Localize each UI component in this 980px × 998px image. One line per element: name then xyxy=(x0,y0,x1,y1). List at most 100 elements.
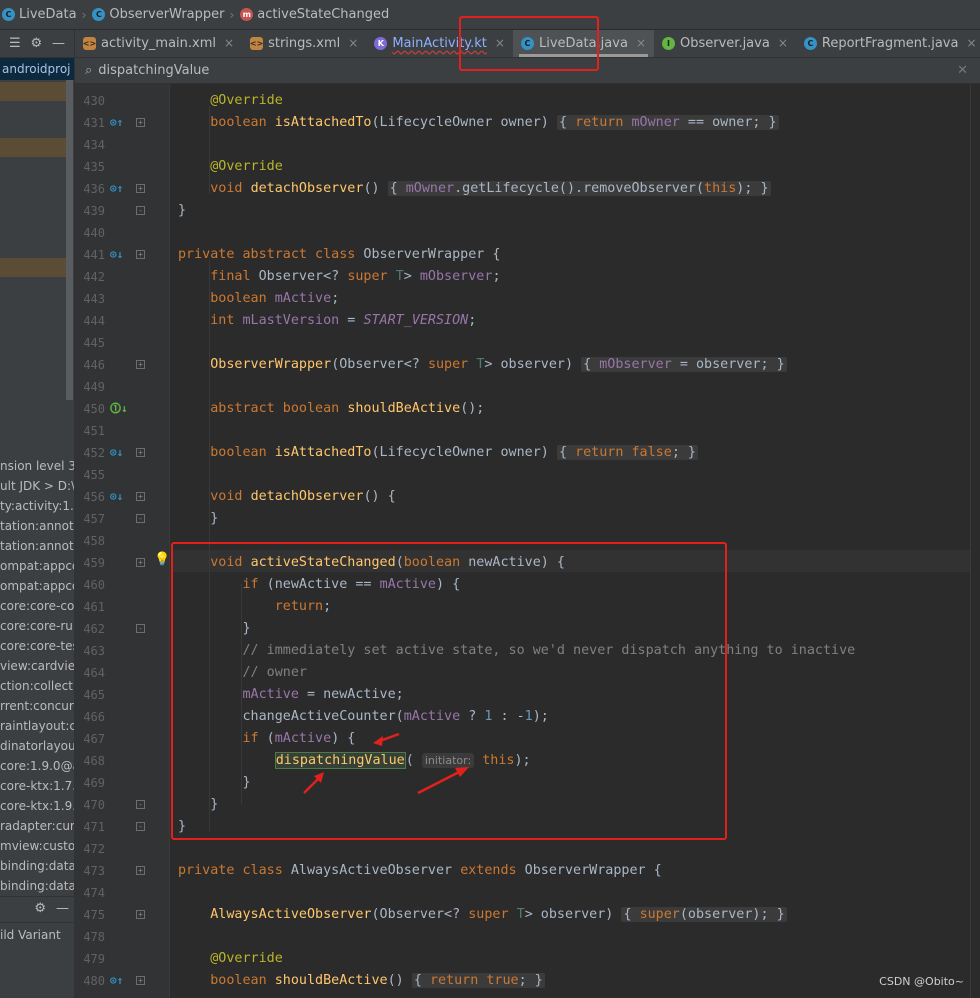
code-line[interactable]: } xyxy=(75,794,980,816)
code-line[interactable] xyxy=(75,838,980,860)
close-tab-icon[interactable]: × xyxy=(495,36,505,50)
code-line[interactable]: return; xyxy=(75,596,980,618)
close-icon[interactable]: ✕ xyxy=(957,63,968,78)
scrollbar[interactable] xyxy=(66,80,73,400)
tree-item[interactable]: radapter:cur xyxy=(0,816,74,836)
code-text: } xyxy=(178,797,219,812)
code-text: // owner xyxy=(242,665,308,680)
code-line[interactable]: ObserverWrapper(Observer<? super T> obse… xyxy=(75,354,980,376)
close-tab-icon[interactable]: × xyxy=(636,36,646,50)
class-icon: C xyxy=(520,36,534,50)
code-line[interactable]: void detachObserver() { xyxy=(75,486,980,508)
tree-item[interactable]: raintlayout:co xyxy=(0,716,74,736)
tree-item[interactable]: ompat:appco xyxy=(0,556,74,576)
gear-icon[interactable]: ⚙ xyxy=(34,901,46,916)
tree-item[interactable]: mview:custor xyxy=(0,836,74,856)
tree-item[interactable]: core:core-co xyxy=(0,596,74,616)
tab-livedata-java[interactable]: C LiveData.java × xyxy=(512,30,654,57)
breadcrumb-item-activestatechanged[interactable]: m activeStateChanged xyxy=(240,7,389,22)
tree-item[interactable]: ompat:appco xyxy=(0,576,74,596)
lightbulb-icon[interactable]: 💡 xyxy=(154,552,170,567)
code-line[interactable] xyxy=(75,464,980,486)
code-line[interactable]: private abstract class ObserverWrapper { xyxy=(75,244,980,266)
code-text: boolean shouldBeActive() { return true; … xyxy=(210,973,545,988)
code-line[interactable] xyxy=(75,530,980,552)
code-line[interactable]: } xyxy=(75,200,980,222)
code-line[interactable]: @Override xyxy=(75,948,980,970)
code-line[interactable]: if (newActive == mActive) { xyxy=(75,574,980,596)
code-line[interactable]: } xyxy=(75,772,980,794)
code-line[interactable] xyxy=(75,222,980,244)
code-line[interactable] xyxy=(75,420,980,442)
code-line[interactable]: } xyxy=(75,816,980,838)
collapse-all-icon[interactable]: ☰ xyxy=(9,36,21,51)
code-line[interactable]: boolean mActive; xyxy=(75,288,980,310)
tab-observer-java[interactable]: I Observer.java × xyxy=(654,30,796,57)
tree-item[interactable]: ult JDK > D:\ xyxy=(0,476,74,496)
code-line[interactable] xyxy=(75,134,980,156)
code-line[interactable]: // immediately set active state, so we'd… xyxy=(75,640,980,662)
code-line[interactable]: final Observer<? super T> mObserver; xyxy=(75,266,980,288)
tab-reportfragment-java[interactable]: C ReportFragment.java × xyxy=(796,30,980,57)
code-line[interactable]: mActive = newActive; xyxy=(75,684,980,706)
code-line[interactable]: void detachObserver() { mOwner.getLifecy… xyxy=(75,178,980,200)
tree-item-highlight[interactable] xyxy=(0,82,70,101)
tree-item[interactable]: core:1.9.0@a xyxy=(0,756,74,776)
code-line[interactable] xyxy=(75,376,980,398)
search-input[interactable]: dispatchingValue xyxy=(98,63,209,78)
breadcrumb-label: activeStateChanged xyxy=(257,7,390,22)
code-line[interactable]: if (mActive) { xyxy=(75,728,980,750)
project-root-item[interactable]: androidproj xyxy=(0,58,74,80)
gear-icon[interactable]: ⚙ xyxy=(30,36,42,51)
tab-strings-xml[interactable]: <> strings.xml × xyxy=(242,30,366,57)
tree-item[interactable]: binding:datab xyxy=(0,856,74,876)
tab-mainactivity-kt[interactable]: K MainActivity.kt × xyxy=(366,30,513,57)
code-line[interactable]: } xyxy=(75,618,980,640)
close-tab-icon[interactable]: × xyxy=(778,36,788,50)
tree-item[interactable]: core:core-ru xyxy=(0,616,74,636)
tree-item[interactable]: ction:collectio xyxy=(0,676,74,696)
tree-item[interactable]: core:core-tes xyxy=(0,636,74,656)
tree-item[interactable]: core-ktx:1.9.0 xyxy=(0,796,74,816)
close-tab-icon[interactable]: × xyxy=(224,36,234,50)
close-tab-icon[interactable]: × xyxy=(966,36,976,50)
tree-item[interactable]: tation:annota xyxy=(0,516,74,536)
code-line[interactable]: @Override xyxy=(75,156,980,178)
tree-item[interactable]: nsion level 3 xyxy=(0,456,74,476)
tab-activity-main-xml[interactable]: <> activity_main.xml × xyxy=(75,30,242,57)
code-line[interactable] xyxy=(75,332,980,354)
code-line[interactable]: boolean isAttachedTo(LifecycleOwner owne… xyxy=(75,112,980,134)
code-line[interactable] xyxy=(75,882,980,904)
tree-item[interactable]: core-ktx:1.7.0 xyxy=(0,776,74,796)
code-editor[interactable]: 430 431 ⊙↑ +434 435 436 ⊙↑ +439-440 441 ⊙↓ +442 443… xyxy=(75,84,980,998)
minimize-icon[interactable]: — xyxy=(52,36,65,51)
tree-item[interactable]: binding:datab xyxy=(0,876,74,896)
code-line[interactable]: abstract boolean shouldBeActive(); xyxy=(75,398,980,420)
code-line[interactable]: changeActiveCounter(mActive ? 1 : -1); xyxy=(75,706,980,728)
build-variant-header[interactable]: ild Variant xyxy=(0,922,74,946)
tree-item-highlight[interactable] xyxy=(0,138,70,157)
code-line[interactable]: boolean isAttachedTo(LifecycleOwner owne… xyxy=(75,442,980,464)
tree-item[interactable]: ty:activity:1.6. xyxy=(0,496,74,516)
breadcrumb-item-observerwrapper[interactable]: C ObserverWrapper xyxy=(92,7,224,22)
search-icon[interactable]: ⌕ xyxy=(85,63,92,78)
tree-item[interactable]: dinatorlayout xyxy=(0,736,74,756)
code-line[interactable]: AlwaysActiveObserver(Observer<? super T>… xyxy=(75,904,980,926)
tree-item[interactable]: rrent:concur xyxy=(0,696,74,716)
minimize-icon[interactable]: — xyxy=(56,901,69,916)
code-line[interactable]: @Override xyxy=(75,90,980,112)
code-line[interactable]: } xyxy=(75,508,980,530)
code-line[interactable]: dispatchingValue( initiator: this); xyxy=(75,750,980,772)
code-line[interactable]: // owner xyxy=(75,662,980,684)
code-line[interactable]: boolean shouldBeActive() { return true; … xyxy=(75,970,980,992)
code-line[interactable]: int mLastVersion = START_VERSION; xyxy=(75,310,980,332)
code-line[interactable]: void activeStateChanged(boolean newActiv… xyxy=(75,552,980,574)
code-line[interactable]: private class AlwaysActiveObserver exten… xyxy=(75,860,980,882)
tree-item[interactable]: tation:annota xyxy=(0,536,74,556)
tree-item[interactable]: view:cardview xyxy=(0,656,74,676)
code-line[interactable] xyxy=(75,926,980,948)
close-tab-icon[interactable]: × xyxy=(348,36,358,50)
breadcrumb-item-livedata[interactable]: C LiveData xyxy=(2,7,77,22)
tree-item-highlight[interactable] xyxy=(0,258,70,277)
interface-icon: I xyxy=(662,36,675,50)
